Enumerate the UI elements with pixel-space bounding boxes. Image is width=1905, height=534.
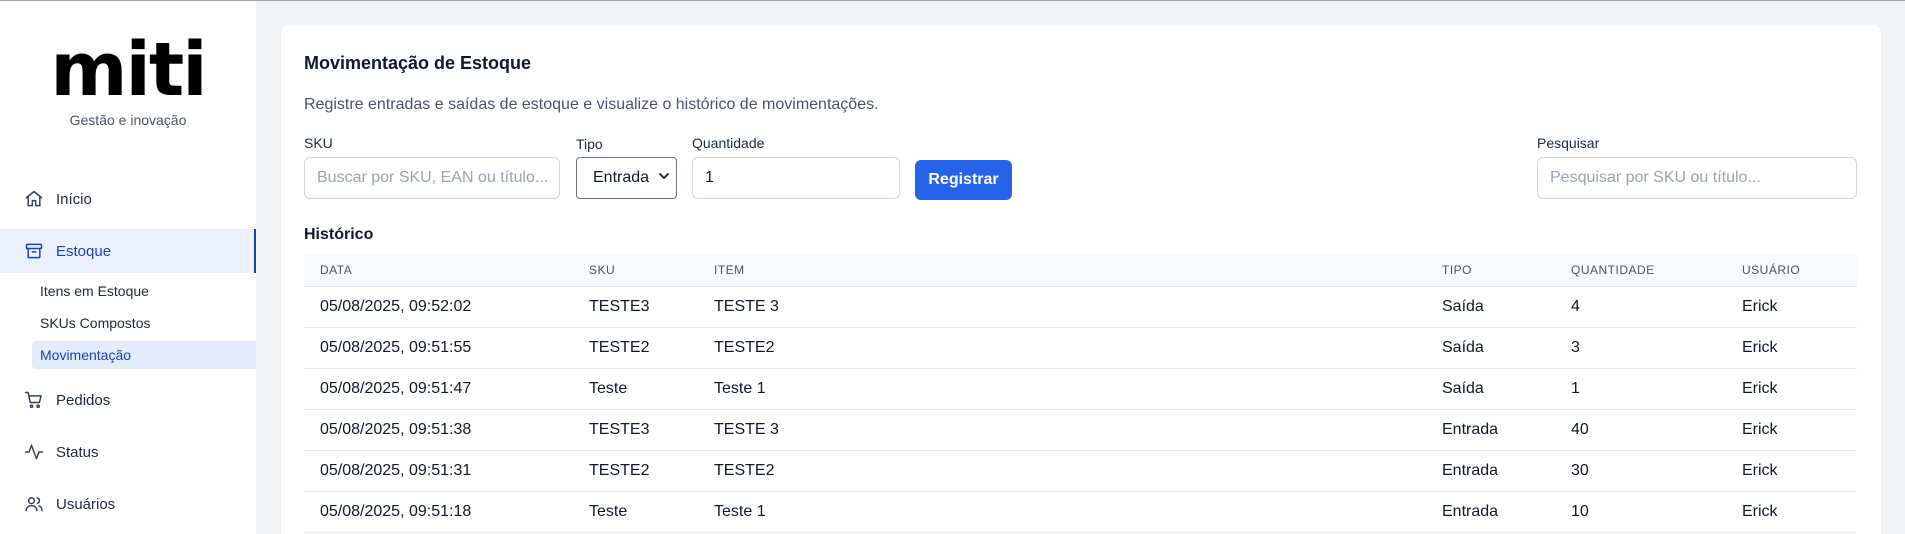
cell-usuario: Erick — [1742, 380, 1778, 397]
cell-item: TESTE 3 — [714, 298, 779, 315]
cell-sku: TESTE3 — [589, 421, 650, 438]
cell-tipo: Entrada — [1442, 462, 1499, 479]
sidebar-item-inicio[interactable]: Início — [0, 177, 256, 221]
cell-usuario: Erick — [1742, 298, 1778, 315]
window-top-border — [0, 0, 1905, 1]
stock-movement-panel: Movimentação de Estoque Registre entrada… — [281, 25, 1881, 534]
search-label: Pesquisar — [1537, 135, 1600, 151]
tipo-selected-value: Entrada — [593, 169, 650, 186]
cell-sku: Teste — [589, 380, 628, 397]
cell-quantidade: 40 — [1571, 421, 1589, 438]
sidebar-item-usuarios[interactable]: Usuários — [0, 482, 256, 526]
cell-sku: Teste — [589, 503, 628, 520]
app-tagline: Gestão e inovação — [69, 112, 187, 128]
sidebar-item-pedidos[interactable]: Pedidos — [0, 378, 256, 422]
tipo-select[interactable]: Entrada — [576, 157, 677, 199]
header-tipo[interactable]: TIPO — [1442, 263, 1472, 277]
cell-usuario: Erick — [1742, 339, 1778, 356]
cell-quantidade: 30 — [1571, 462, 1589, 479]
sidebar-item-label: Estoque — [56, 242, 112, 260]
app-logo[interactable]: miti — [0, 33, 256, 107]
cell-sku: TESTE2 — [589, 339, 650, 356]
cell-quantidade: 3 — [1571, 339, 1580, 356]
quantidade-input[interactable] — [692, 157, 900, 199]
cell-data: 05/08/2025, 09:51:31 — [320, 462, 472, 479]
cell-tipo: Entrada — [1442, 421, 1499, 438]
table-header: DATA SKU ITEM TIPO QUANTIDADE USUÁRIO — [304, 254, 1857, 287]
sidebar-subitem-skus-compostos[interactable]: SKUs Compostos — [32, 309, 256, 337]
cell-item: Teste 1 — [714, 503, 766, 520]
table-row[interactable]: 05/08/2025, 09:52:02 TESTE3 TESTE 3 Saíd… — [304, 287, 1857, 328]
sidebar-item-label: Início — [56, 190, 92, 208]
header-item[interactable]: ITEM — [714, 263, 745, 277]
cell-data: 05/08/2025, 09:51:38 — [320, 421, 472, 438]
cell-item: TESTE2 — [714, 462, 775, 479]
registrar-button[interactable]: Registrar — [915, 160, 1012, 200]
cell-item: TESTE 3 — [714, 421, 779, 438]
sidebar-item-status[interactable]: Status — [0, 430, 256, 474]
header-sku[interactable]: SKU — [589, 263, 615, 277]
sidebar-subitem-movimentacao[interactable]: Movimentação — [32, 341, 256, 369]
history-title: Histórico — [304, 226, 374, 243]
cell-data: 05/08/2025, 09:51:18 — [320, 503, 472, 520]
table-row[interactable]: 05/08/2025, 09:51:18 Teste Teste 1 Entra… — [304, 492, 1857, 533]
cell-usuario: Erick — [1742, 421, 1778, 438]
cell-quantidade: 10 — [1571, 503, 1589, 520]
sidebar-item-label: Usuários — [56, 495, 116, 513]
activity-pulse-icon — [24, 442, 44, 462]
history-search-input[interactable] — [1537, 157, 1857, 199]
table-row[interactable]: 05/08/2025, 09:51:55 TESTE2 TESTE2 Saída… — [304, 328, 1857, 369]
quantidade-label: Quantidade — [692, 135, 765, 151]
header-quantidade[interactable]: QUANTIDADE — [1571, 263, 1655, 277]
sku-label: SKU — [304, 135, 333, 151]
cell-usuario: Erick — [1742, 462, 1778, 479]
users-icon — [24, 494, 44, 514]
cell-tipo: Saída — [1442, 298, 1484, 315]
sidebar-item-estoque[interactable]: Estoque — [0, 229, 256, 273]
sidebar: miti Gestão e inovação Início Estoque It… — [0, 1, 256, 534]
cell-tipo: Saída — [1442, 339, 1484, 356]
cell-usuario: Erick — [1742, 503, 1778, 520]
cell-quantidade: 1 — [1571, 380, 1580, 397]
table-row[interactable]: 05/08/2025, 09:51:38 TESTE3 TESTE 3 Entr… — [304, 410, 1857, 451]
cell-sku: TESTE2 — [589, 462, 650, 479]
shopping-cart-icon — [24, 390, 44, 410]
history-table: DATA SKU ITEM TIPO QUANTIDADE USUÁRIO 05… — [304, 254, 1857, 533]
cell-data: 05/08/2025, 09:52:02 — [320, 298, 472, 315]
header-data[interactable]: DATA — [320, 263, 352, 277]
cell-quantidade: 4 — [1571, 298, 1580, 315]
sidebar-item-label: Status — [56, 443, 99, 461]
home-icon — [24, 189, 44, 209]
cell-data: 05/08/2025, 09:51:47 — [320, 380, 472, 397]
sku-search-input[interactable] — [304, 157, 560, 199]
cell-sku: TESTE3 — [589, 298, 650, 315]
table-row[interactable]: 05/08/2025, 09:51:31 TESTE2 TESTE2 Entra… — [304, 451, 1857, 492]
cell-item: Teste 1 — [714, 380, 766, 397]
cell-item: TESTE2 — [714, 339, 775, 356]
cell-tipo: Entrada — [1442, 503, 1499, 520]
archive-box-icon — [24, 241, 44, 261]
tipo-label: Tipo — [576, 136, 603, 152]
header-usuario[interactable]: USUÁRIO — [1742, 263, 1800, 277]
sidebar-item-label: Pedidos — [56, 391, 111, 409]
sidebar-subitem-itens-estoque[interactable]: Itens em Estoque — [32, 277, 256, 305]
page-title: Movimentação de Estoque — [304, 53, 532, 73]
cell-tipo: Saída — [1442, 380, 1484, 397]
table-row[interactable]: 05/08/2025, 09:51:47 Teste Teste 1 Saída… — [304, 369, 1857, 410]
cell-data: 05/08/2025, 09:51:55 — [320, 339, 472, 356]
chevron-down-icon — [658, 169, 670, 187]
page-description: Registre entradas e saídas de estoque e … — [304, 96, 879, 113]
